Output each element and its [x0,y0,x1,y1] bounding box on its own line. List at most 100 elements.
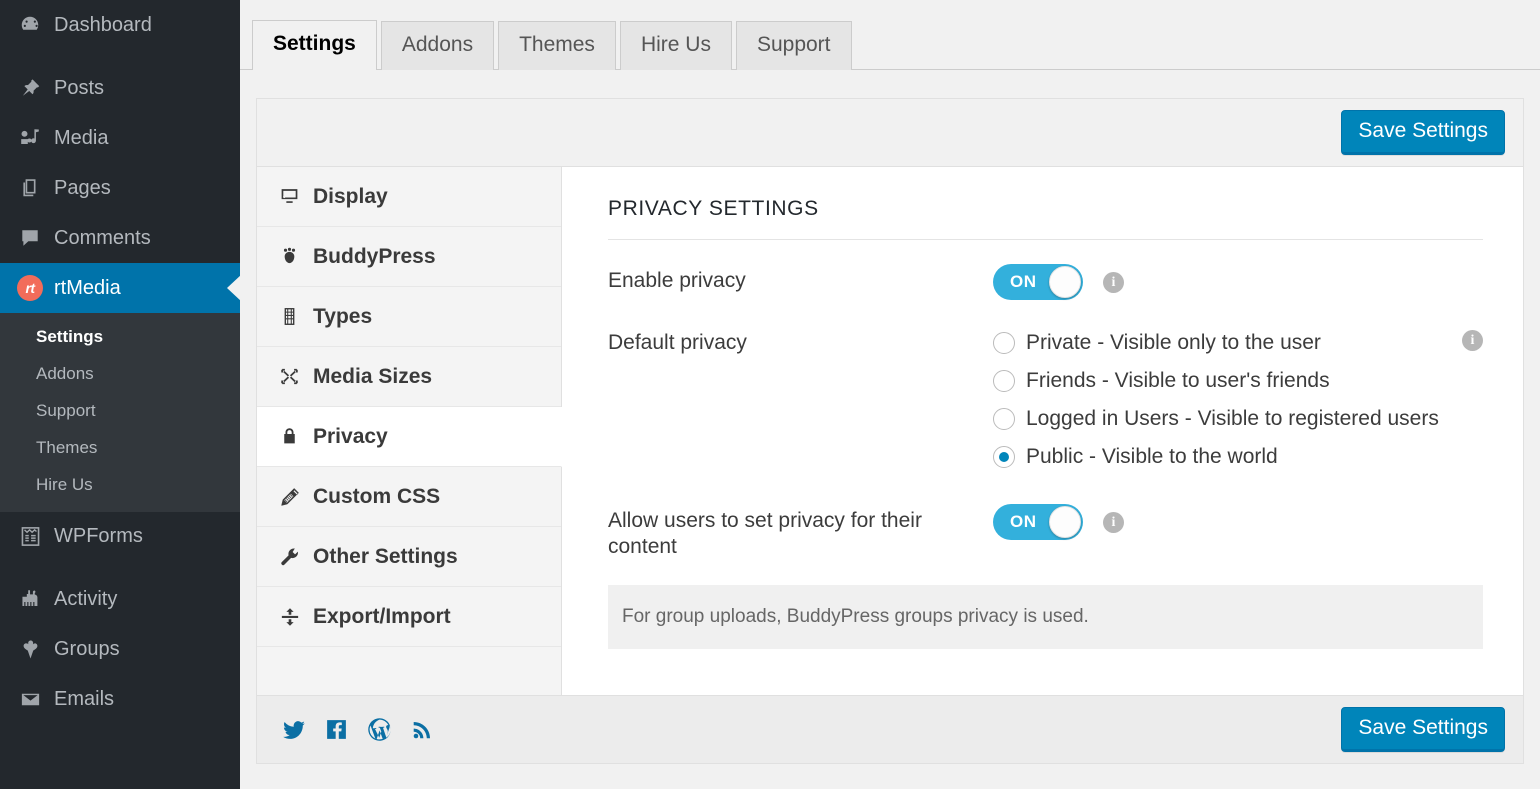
submenu-item-settings[interactable]: Settings [0,319,240,356]
tab-support[interactable]: Support [736,21,852,70]
field-allow-users: Allow users to set privacy for their con… [608,504,1483,559]
sidebar-item-label: Posts [54,77,104,100]
settings-panel: Save Settings Display Bud [256,98,1524,764]
sidebar-item-label: Media [54,127,108,150]
filmstrip-icon [279,306,313,327]
settings-footer: Save Settings [257,695,1523,763]
settings-topbar: Save Settings [257,99,1523,167]
sidebar-item-label: Comments [54,227,151,250]
sidebar-item-pages[interactable]: Pages [0,163,240,213]
wpforms-icon [12,522,48,552]
settings-nav-media-sizes[interactable]: Media Sizes [257,347,561,407]
settings-nav-other-settings[interactable]: Other Settings [257,527,561,587]
radio-rows: Private - Visible only to the user Frien… [993,326,1483,474]
settings-nav-privacy[interactable]: Privacy [257,407,562,467]
css-tag-icon [279,486,313,508]
sidebar-divider [0,50,240,63]
radio-input-friends[interactable] [993,370,1015,392]
settings-nav-label: Display [313,185,388,209]
admin-sidebar: Dashboard Posts Media Pages Commen [0,0,240,789]
radio-label-public: Public - Visible to the world [1026,445,1278,468]
submenu-item-support[interactable]: Support [0,393,240,430]
facebook-icon[interactable] [324,717,349,742]
sidebar-item-label: WPForms [54,525,143,548]
social-links [281,716,434,743]
radio-input-public[interactable] [993,446,1015,468]
settings-nav-label: Custom CSS [313,485,440,509]
sidebar-item-rtmedia[interactable]: rt rtMedia [0,263,240,313]
settings-nav-label: Export/Import [313,605,451,629]
wordpress-icon[interactable] [366,716,393,743]
rss-icon[interactable] [410,718,434,742]
sidebar-item-media[interactable]: Media [0,113,240,163]
field-default-privacy: Default privacy Private - Visible only t… [608,326,1483,478]
sidebar-item-activity[interactable]: Activity [0,575,240,625]
twitter-icon[interactable] [281,717,307,743]
group-privacy-notice: For group uploads, BuddyPress groups pri… [608,585,1483,649]
activity-icon [12,585,48,615]
tab-addons[interactable]: Addons [381,21,494,70]
settings-nav: Display BuddyPress Types [257,167,562,695]
rtmedia-submenu: Settings Addons Support Themes Hire Us [0,313,240,512]
radio-option-public[interactable]: Public - Visible to the world [993,440,1483,474]
settings-nav-export-import[interactable]: Export/Import [257,587,561,647]
sidebar-divider-2 [0,562,240,575]
submenu-item-addons[interactable]: Addons [0,356,240,393]
radio-option-logged-in[interactable]: Logged in Users - Visible to registered … [993,402,1483,436]
sidebar-item-groups[interactable]: Groups [0,625,240,675]
sidebar-item-label: rtMedia [54,277,121,300]
save-settings-button-bottom[interactable]: Save Settings [1341,707,1505,751]
field-control-allow-users: ON i [993,504,1483,540]
pages-icon [12,173,48,203]
main-content: Settings Addons Themes Hire Us Support S… [240,0,1540,789]
sidebar-item-dashboard[interactable]: Dashboard [0,0,240,50]
settings-nav-display[interactable]: Display [257,167,561,227]
field-label-default-privacy: Default privacy [608,326,993,356]
info-icon-enable-privacy[interactable]: i [1103,272,1124,293]
sidebar-item-comments[interactable]: Comments [0,213,240,263]
toggle-state-label: ON [1010,512,1037,532]
admin-screen: Dashboard Posts Media Pages Commen [0,0,1540,789]
radio-input-logged-in[interactable] [993,408,1015,430]
settings-nav-types[interactable]: Types [257,287,561,347]
privacy-settings-panel: PRIVACY SETTINGS Enable privacy ON i [562,167,1523,695]
toggle-knob [1049,506,1081,538]
sidebar-item-label: Activity [54,588,117,611]
settings-nav-buddypress[interactable]: BuddyPress [257,227,561,287]
submenu-item-hire-us[interactable]: Hire Us [0,467,240,504]
field-label-allow-users: Allow users to set privacy for their con… [608,504,993,559]
dashboard-icon [12,10,48,40]
sidebar-item-label: Dashboard [54,14,152,37]
rtmedia-badge: rt [17,275,43,301]
tab-settings[interactable]: Settings [252,20,377,70]
sidebar-item-wpforms[interactable]: WPForms [0,512,240,562]
lock-icon [279,426,313,447]
settings-nav-custom-css[interactable]: Custom CSS [257,467,561,527]
radio-input-private[interactable] [993,332,1015,354]
radio-option-private[interactable]: Private - Visible only to the user [993,326,1483,360]
field-label-enable-privacy: Enable privacy [608,264,993,294]
settings-body: Display BuddyPress Types [257,167,1523,695]
settings-nav-label: Other Settings [313,545,458,569]
pin-icon [12,73,48,103]
monitor-icon [279,186,313,207]
save-settings-button-top[interactable]: Save Settings [1341,110,1505,154]
info-icon-default-privacy[interactable]: i [1462,330,1483,351]
info-icon-allow-users[interactable]: i [1103,512,1124,533]
settings-nav-filler [257,647,561,695]
rtmedia-icon: rt [12,273,48,303]
submenu-item-themes[interactable]: Themes [0,430,240,467]
settings-nav-label: Privacy [313,425,388,449]
radio-label-private: Private - Visible only to the user [1026,331,1321,354]
radio-option-friends[interactable]: Friends - Visible to user's friends [993,364,1483,398]
sidebar-item-posts[interactable]: Posts [0,63,240,113]
sidebar-item-label: Emails [54,688,114,711]
sidebar-item-emails[interactable]: Emails [0,675,240,725]
allow-users-toggle[interactable]: ON [993,504,1083,540]
enable-privacy-toggle[interactable]: ON [993,264,1083,300]
tab-hire-us[interactable]: Hire Us [620,21,732,70]
sidebar-item-label: Pages [54,177,111,200]
tab-bar: Settings Addons Themes Hire Us Support [240,0,1540,70]
tab-themes[interactable]: Themes [498,21,616,70]
buddypress-icon [279,246,313,267]
